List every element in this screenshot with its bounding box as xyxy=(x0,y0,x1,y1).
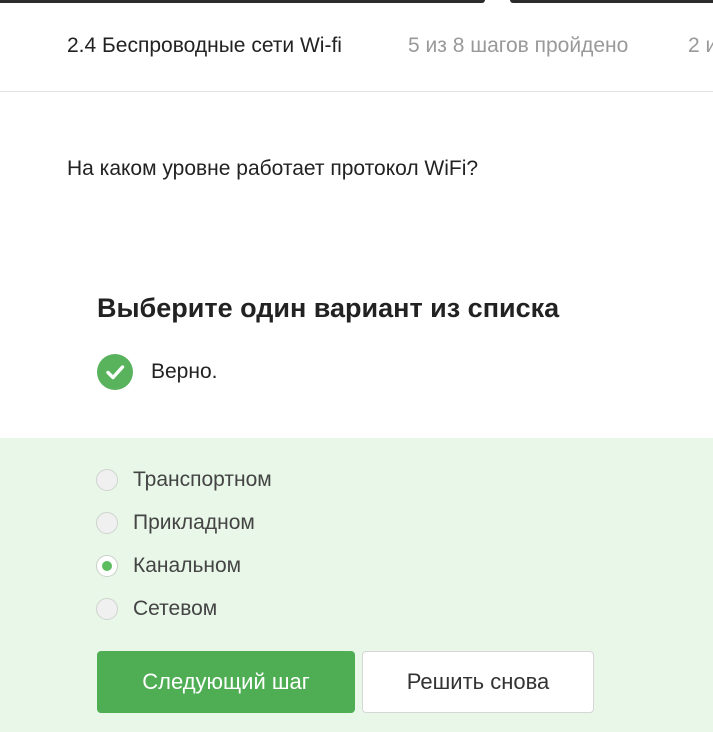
option-transport[interactable]: Транспортном xyxy=(96,466,272,494)
option-label[interactable]: Транспортном xyxy=(133,468,272,492)
lesson-extra-info: 2 и xyxy=(688,34,713,57)
option-data-link[interactable]: Канальном xyxy=(96,552,241,580)
radio-button[interactable] xyxy=(96,512,118,534)
solve-again-button[interactable]: Решить снова xyxy=(362,651,594,713)
verdict-row: Верно. xyxy=(97,354,217,390)
radio-button[interactable] xyxy=(96,469,118,491)
option-label[interactable]: Сетевом xyxy=(133,597,217,621)
lesson-progress: 5 из 8 шагов пройдено xyxy=(408,34,629,57)
check-circle-icon xyxy=(97,354,133,390)
radio-button-selected[interactable] xyxy=(96,555,118,577)
verdict-text: Верно. xyxy=(151,360,218,383)
option-application[interactable]: Прикладном xyxy=(96,509,255,537)
step-question: На каком уровне работает протокол WiFi? xyxy=(67,157,479,180)
option-label[interactable]: Канальном xyxy=(133,554,241,578)
option-label[interactable]: Прикладном xyxy=(133,511,255,535)
next-step-button[interactable]: Следующий шаг xyxy=(97,651,355,713)
radio-button[interactable] xyxy=(96,598,118,620)
lesson-header: 2.4 Беспроводные сети Wi-fi 5 из 8 шагов… xyxy=(0,4,713,92)
top-strip-segment-left xyxy=(0,0,485,3)
lesson-title[interactable]: 2.4 Беспроводные сети Wi-fi xyxy=(67,34,342,58)
radio-dot xyxy=(102,561,112,571)
quiz-title: Выберите один вариант из списка xyxy=(97,293,560,323)
top-strip-segment-right xyxy=(510,0,713,3)
option-network[interactable]: Сетевом xyxy=(96,595,217,623)
